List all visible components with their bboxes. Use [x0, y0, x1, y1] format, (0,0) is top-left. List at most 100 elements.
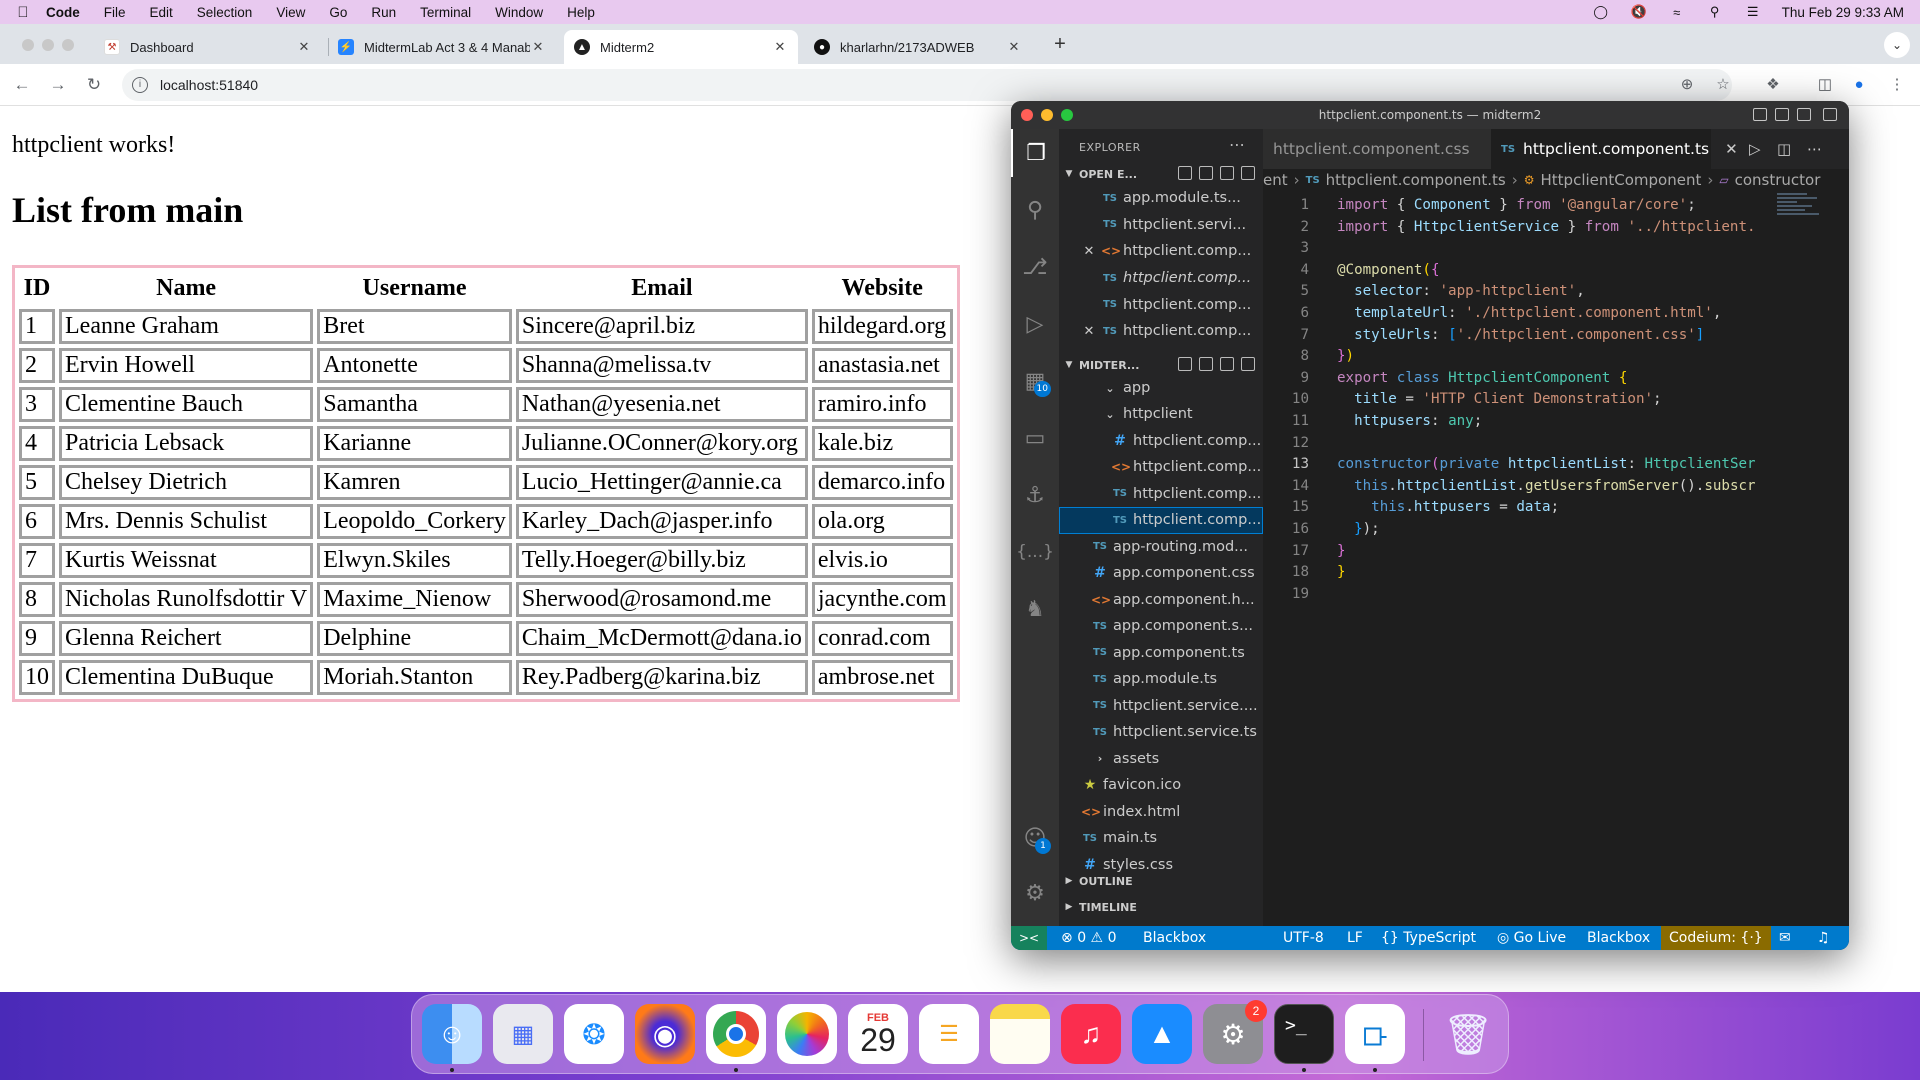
wifi-icon[interactable]: ≈ [1668, 5, 1686, 20]
breadcrumb-file[interactable]: httpclient.component.ts [1326, 171, 1506, 189]
collapse-folders-icon[interactable] [1241, 357, 1255, 371]
file-tree-item[interactable]: TS app.component.s... [1059, 613, 1263, 640]
breadcrumb-folder[interactable]: ent [1263, 171, 1288, 189]
file-tree-item[interactable]: ⌄ httpclient [1059, 401, 1263, 428]
file-tree-item[interactable]: <> index.html [1059, 799, 1263, 826]
menu-selection[interactable]: Selection [197, 5, 253, 20]
profile-avatar-icon[interactable]: ● [1848, 74, 1870, 96]
notes-icon[interactable] [990, 1004, 1050, 1064]
python-icon[interactable]: ♞ [1011, 585, 1059, 633]
close-editor-icon[interactable]: ✕ [1081, 324, 1097, 339]
back-arrow-icon[interactable]: ← [10, 73, 34, 97]
editor-tab-component-ts[interactable]: TS httpclient.component.ts ✕ [1491, 129, 1738, 169]
file-tree-item[interactable]: TS httpclient.service.... [1059, 693, 1263, 720]
extensions-icon[interactable]: ❖ [1762, 74, 1784, 96]
editor-more-icon[interactable]: ⋯ [1807, 140, 1822, 158]
browser-tab-midtermlab[interactable]: ⚡ MidtermLab Act 3 & 4 Manab ✕ [328, 30, 556, 64]
photos-icon[interactable] [777, 1004, 837, 1064]
menu-file[interactable]: File [104, 5, 126, 20]
menu-terminal[interactable]: Terminal [420, 5, 471, 20]
new-file-icon[interactable] [1178, 357, 1192, 371]
remote-indicator-icon[interactable]: >< [1011, 926, 1047, 950]
file-tree-item[interactable]: TS app.component.ts [1059, 640, 1263, 667]
launchpad-icon[interactable]: ▦ [493, 1004, 553, 1064]
file-tree-item[interactable]: TS httpclient.service.ts [1059, 719, 1263, 746]
source-control-icon[interactable]: ⎇ [1011, 243, 1059, 291]
open-editors-section[interactable]: ▼ OPEN E... [1059, 163, 1263, 185]
file-tree-item[interactable]: # httpclient.comp... [1059, 428, 1263, 455]
menu-edit[interactable]: Edit [150, 5, 173, 20]
reload-icon[interactable]: ↻ [82, 73, 106, 97]
status-language[interactable]: {} TypeScript [1381, 926, 1476, 950]
open-editor-item[interactable]: TS httpclient.servi... [1059, 212, 1263, 239]
editor-tab-component-css[interactable]: httpclient.component.css [1263, 129, 1491, 169]
apple-menu-icon[interactable]:  [0, 4, 46, 21]
app-store-icon[interactable]: ▲ [1132, 1004, 1192, 1064]
file-tree-item[interactable]: TS main.ts [1059, 825, 1263, 852]
tab-search-chevron-icon[interactable]: ⌄ [1884, 32, 1910, 58]
docker-icon[interactable]: ⚓ [1011, 471, 1059, 519]
creative-cloud-icon[interactable]: ◯ [1592, 4, 1610, 19]
open-editor-item[interactable]: TS httpclient.comp... [1059, 291, 1263, 318]
close-tab-icon[interactable]: ✕ [1725, 140, 1738, 158]
close-tab-icon[interactable]: ✕ [296, 39, 312, 55]
address-bar[interactable]: i localhost:51840 [122, 69, 1732, 101]
vscode-icon[interactable]: ⟥ [1345, 1004, 1405, 1064]
file-tree-item[interactable]: TS httpclient.comp... [1059, 507, 1263, 534]
browser-tab-dashboard[interactable]: ⚒ Dashboard ✕ [94, 30, 322, 64]
breadcrumb-class[interactable]: HttpclientComponent [1541, 171, 1702, 189]
side-panel-icon[interactable]: ◫ [1814, 74, 1836, 96]
remote-explorer-icon[interactable]: ▭ [1011, 414, 1059, 462]
project-section[interactable]: ▼ MIDTER... [1059, 354, 1263, 376]
status-blackbox-left[interactable]: Blackbox [1143, 926, 1206, 950]
timeline-section[interactable]: ▶ TIMELINE [1059, 896, 1263, 918]
close-editor-icon[interactable]: ✕ [1081, 244, 1097, 259]
browser-menu-icon[interactable]: ⋮ [1886, 74, 1908, 96]
bookmark-star-icon[interactable]: ☆ [1712, 74, 1734, 96]
manage-gear-icon[interactable]: ⚙ [1011, 869, 1059, 917]
new-tab-button[interactable]: + [1048, 32, 1072, 56]
menu-run[interactable]: Run [371, 5, 396, 20]
feedback-icon[interactable]: ✉ [1779, 926, 1791, 950]
open-editor-item[interactable]: ✕ TS httpclient.comp... [1059, 318, 1263, 345]
safari-icon[interactable]: ❂ [564, 1004, 624, 1064]
save-all-icon[interactable] [1220, 166, 1234, 180]
zoom-window-button[interactable] [62, 39, 74, 51]
calendar-icon[interactable]: FEB 29 [848, 1004, 908, 1064]
run-code-icon[interactable]: ▷ [1749, 140, 1761, 158]
explorer-more-icon[interactable]: ⋯ [1229, 135, 1245, 154]
status-blackbox-right[interactable]: Blackbox [1587, 926, 1650, 950]
close-tab-icon[interactable]: ✕ [530, 39, 546, 55]
finder-icon[interactable]: ☺ [422, 1004, 482, 1064]
open-editor-item[interactable]: TS app.module.ts... [1059, 185, 1263, 212]
file-tree-item[interactable]: › assets [1059, 746, 1263, 773]
file-tree-item[interactable]: TS app.module.ts [1059, 666, 1263, 693]
zoom-icon[interactable]: ⊕ [1676, 74, 1698, 96]
new-folder-icon[interactable] [1199, 357, 1213, 371]
notifications-bell-icon[interactable]: ♫ [1817, 926, 1830, 950]
menu-help[interactable]: Help [567, 5, 595, 20]
firefox-icon[interactable]: ◉ [635, 1004, 695, 1064]
close-all-icon[interactable] [1241, 166, 1255, 180]
toggle-vertical-icon[interactable] [1199, 166, 1213, 180]
file-tree-item[interactable]: TS app-routing.mod... [1059, 534, 1263, 561]
terminal-icon[interactable]: >_ [1274, 1004, 1334, 1064]
status-go-live[interactable]: ◎ Go Live [1497, 926, 1566, 950]
file-tree-item[interactable]: <> app.component.h... [1059, 587, 1263, 614]
trash-icon[interactable]: 🗑 [1438, 1004, 1498, 1064]
refresh-explorer-icon[interactable] [1220, 357, 1234, 371]
control-center-icon[interactable]: ☰ [1744, 4, 1762, 19]
music-icon[interactable]: ♫ [1061, 1004, 1121, 1064]
chrome-icon[interactable] [706, 1004, 766, 1064]
toggle-panel-icon[interactable] [1775, 108, 1789, 121]
new-untitled-file-icon[interactable] [1178, 166, 1192, 180]
extensions-icon[interactable]: ▦ 10 [1011, 357, 1059, 405]
open-editor-item[interactable]: ✕ <> httpclient.comp... [1059, 238, 1263, 265]
open-editor-item[interactable]: TS httpclient.comp... [1059, 265, 1263, 292]
toggle-sidebar-icon[interactable] [1753, 108, 1767, 121]
file-tree-item[interactable]: TS httpclient.comp... [1059, 481, 1263, 508]
problems-indicator[interactable]: ⊗ 0 ⚠ 0 [1061, 926, 1116, 950]
status-eol[interactable]: LF [1347, 926, 1363, 950]
menu-view[interactable]: View [276, 5, 305, 20]
file-tree-item[interactable]: # app.component.css [1059, 560, 1263, 587]
